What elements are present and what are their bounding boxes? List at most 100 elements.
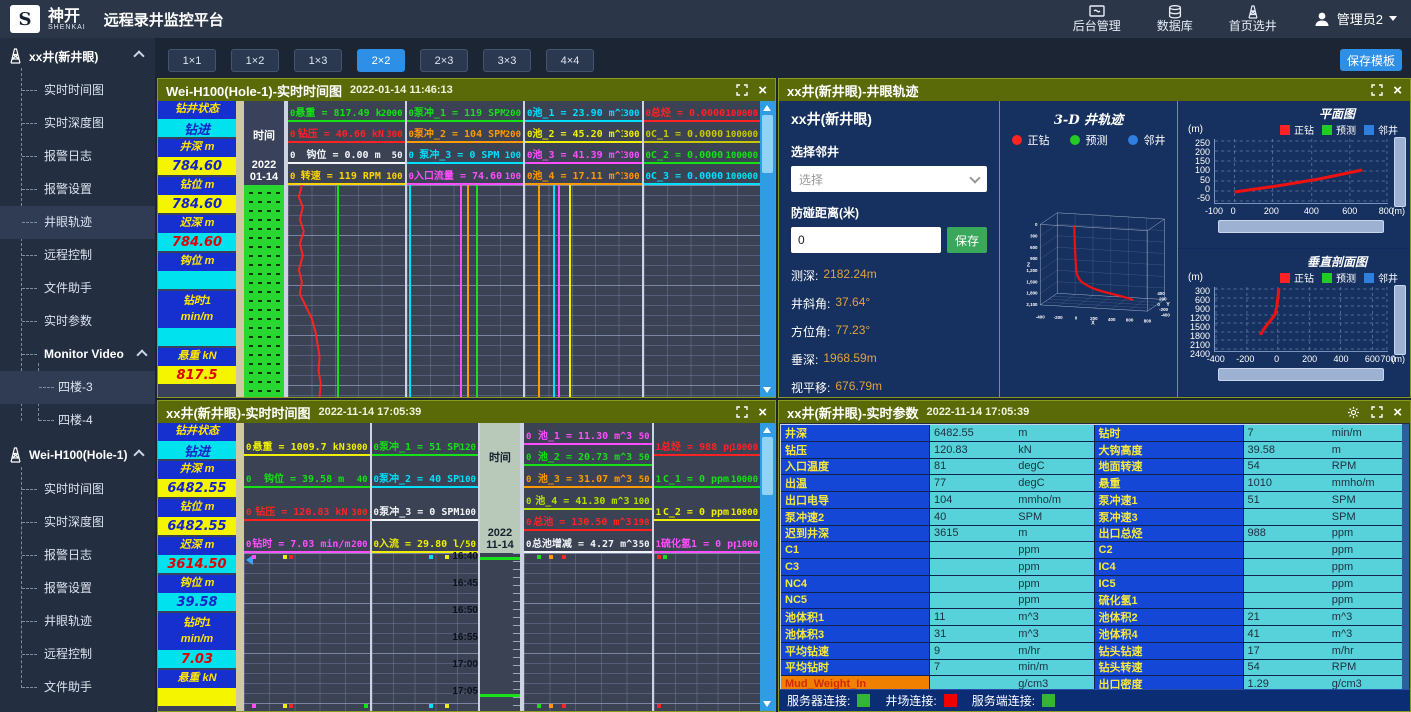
vertical-scrollbar[interactable] [1402, 424, 1409, 692]
vertical-scrollbar[interactable] [1394, 285, 1406, 355]
layout-4x4-button[interactable]: 4×4 [546, 49, 594, 72]
expand-icon[interactable] [735, 406, 748, 419]
curve-header: 0总池 = 130.50 m^3198 [524, 510, 652, 532]
svg-text:300: 300 [1030, 233, 1038, 238]
curve-header: 0泵冲_3 = 0 SPM100 [372, 488, 478, 521]
sidebar-item-well-trajectory[interactable]: 井眼轨迹 [0, 206, 155, 239]
time-chart-body: 钻井状态钻进 井深 m6482.55 钻位 m6482.55 迟深 m3614.… [158, 423, 775, 711]
trajectory-body: xx井(新井眼) 选择邻井 选择 防碰距离(米) 0 保存 测深:2182.24… [779, 101, 1410, 397]
layout-1x3-button[interactable]: 1×3 [294, 49, 342, 72]
layout-toolbar: 1×1 1×2 1×3 2×2 2×3 3×3 4×4 [168, 49, 594, 72]
scrollbar-thumb[interactable] [762, 115, 773, 173]
curve-track [525, 185, 642, 397]
svg-text:2,100: 2,100 [1026, 302, 1038, 307]
layout-1x1-button[interactable]: 1×1 [168, 49, 216, 72]
curve-header: 0泵冲_2 = 40 SPM100 [372, 456, 478, 489]
legend-square-predict [1322, 273, 1332, 283]
sidebar-item-realtime-time-chart[interactable]: 实时时间图 [0, 74, 155, 107]
curve-column-1: 0悬重 = 1009.7 kN3000 0钩位 = 39.58 m40 0钻压 … [244, 423, 370, 711]
sidebar-item-alarm-log-2[interactable]: 报警日志 [0, 539, 155, 572]
svg-text:600: 600 [1126, 317, 1134, 322]
vertical-scrollbar[interactable] [1394, 137, 1406, 207]
database-icon [1167, 5, 1183, 19]
horizontal-scrollbar[interactable] [1218, 220, 1384, 233]
param-scroll-strip[interactable] [236, 423, 244, 711]
close-icon[interactable]: × [758, 83, 767, 98]
expand-icon[interactable] [735, 84, 748, 97]
nav-database[interactable]: 数据库 [1157, 5, 1193, 33]
expand-icon[interactable] [1370, 406, 1383, 419]
collision-distance-input[interactable]: 0 [791, 227, 941, 253]
legend-square-drilling [1280, 273, 1290, 283]
panel-tr-trajectory: xx井(新井眼)-井眼轨迹 × xx井(新井眼) 选择邻井 选择 防碰距离(米)… [778, 78, 1411, 398]
panel-title: xx井(新井眼)-实时时间图 [166, 403, 310, 422]
monitor-icon [1089, 5, 1105, 19]
layout-2x2-button[interactable]: 2×2 [357, 49, 405, 72]
sidebar-item-monitor-video[interactable]: Monitor Video [0, 338, 155, 371]
sidebar-item-realtime-depth-chart[interactable]: 实时深度图 [0, 107, 155, 140]
sidebar-well1-root[interactable]: xx井(新井眼) [0, 38, 155, 74]
nav-home-well-select[interactable]: 首页选井 [1229, 5, 1277, 33]
vertical-scrollbar[interactable] [760, 423, 775, 711]
save-distance-button[interactable]: 保存 [947, 227, 987, 253]
video-children: 四楼-3 四楼-4 [0, 371, 155, 437]
chevron-down-icon [969, 172, 980, 183]
sidebar-item-well-trajectory-2[interactable]: 井眼轨迹 [0, 605, 155, 638]
sidebar-item-realtime-time-chart-2[interactable]: 实时时间图 [0, 473, 155, 506]
curve-header: 0池_1 = 23.90 m^3300 [525, 101, 642, 122]
sidebar-item-realtime-params[interactable]: 实时参数 [0, 305, 155, 338]
close-icon[interactable]: × [1393, 405, 1402, 420]
collision-distance-label: 防碰距离(米) [791, 204, 987, 221]
sidebar-item-camera-4f-4[interactable]: 四楼-4 [0, 404, 155, 437]
user-menu[interactable]: 管理员2 [1313, 9, 1397, 28]
stat-inclination: 井斜角:37.64° [791, 295, 987, 312]
svg-text:400: 400 [1108, 317, 1116, 322]
sidebar-item-alarm-settings-2[interactable]: 报警设置 [0, 572, 155, 605]
trajectory-info: xx井(新井眼) 选择邻井 选择 防碰距离(米) 0 保存 测深:2182.24… [779, 101, 1000, 397]
panel-header: xx井(新井眼)-实时时间图 2022-11-14 17:05:39 × [158, 401, 775, 423]
horizontal-scrollbar[interactable] [1218, 368, 1384, 381]
sidebar-item-alarm-log[interactable]: 报警日志 [0, 140, 155, 173]
chevron-up-icon [133, 50, 144, 61]
svg-text:-400: -400 [1036, 314, 1045, 319]
vertical-scrollbar[interactable] [760, 101, 775, 397]
params-body: 井深6482.55m钻时7min/m 钻压120.83kN大钩高度39.58m … [779, 423, 1410, 711]
layout-2x3-button[interactable]: 2×3 [420, 49, 468, 72]
sidebar-item-alarm-settings[interactable]: 报警设置 [0, 173, 155, 206]
top-nav: 后台管理 数据库 首页选井 管理员2 [1073, 5, 1397, 33]
param-scroll-strip[interactable] [236, 101, 244, 397]
brand-en: SHENKAI [48, 24, 86, 31]
expand-icon[interactable] [1370, 84, 1383, 97]
sidebar-item-file-assistant-2[interactable]: 文件助手 [0, 671, 155, 704]
close-icon[interactable]: × [758, 405, 767, 420]
legend-dot-drilling [1012, 135, 1022, 145]
param-value: 784.60 [158, 195, 236, 213]
curve-header: 1硫化氢1 = 0 ppm1000 [654, 521, 760, 554]
app-title: 远程录井监控平台 [104, 9, 224, 30]
close-icon[interactable]: × [1393, 83, 1402, 98]
sidebar-item-remote-control[interactable]: 远程控制 [0, 239, 155, 272]
table-row: NC4ppmIC5ppm [781, 576, 1408, 593]
layout-3x3-button[interactable]: 3×3 [483, 49, 531, 72]
sidebar-well2-root[interactable]: Wei-H100(Hole-1) [0, 437, 155, 473]
panel-title: Wei-H100(Hole-1)-实时时间图 [166, 81, 342, 100]
svg-text:-200: -200 [1159, 307, 1168, 312]
neighbor-select[interactable]: 选择 [791, 166, 987, 192]
sidebar-item-camera-4f-3[interactable]: 四楼-3 [0, 371, 155, 404]
sidebar-item-remote-control-2[interactable]: 远程控制 [0, 638, 155, 671]
layout-1x2-button[interactable]: 1×2 [231, 49, 279, 72]
param-label: 钻井状态 [158, 101, 236, 119]
sidebar-item-file-assistant[interactable]: 文件助手 [0, 272, 155, 305]
param-label: 迟深 m [158, 537, 236, 555]
table-row: C3ppmIC4ppm [781, 559, 1408, 576]
nav-backend-admin[interactable]: 后台管理 [1073, 5, 1121, 33]
trajectory-2d-charts: 平面图 (m) 正钻 预测 邻井 250200150100500-50 [1177, 101, 1410, 397]
curve-header: 0池_4 = 17.11 m^3300 [525, 164, 642, 185]
time-tick: 16:55 [446, 632, 478, 643]
curve-header: 0悬重 = 1009.7 kN3000 [244, 423, 370, 456]
scrollbar-thumb[interactable] [762, 437, 773, 495]
save-template-button[interactable]: 保存模板 [1340, 49, 1402, 71]
derrick-icon [8, 447, 23, 463]
gear-icon[interactable] [1347, 406, 1360, 419]
sidebar-item-realtime-depth-chart-2[interactable]: 实时深度图 [0, 506, 155, 539]
